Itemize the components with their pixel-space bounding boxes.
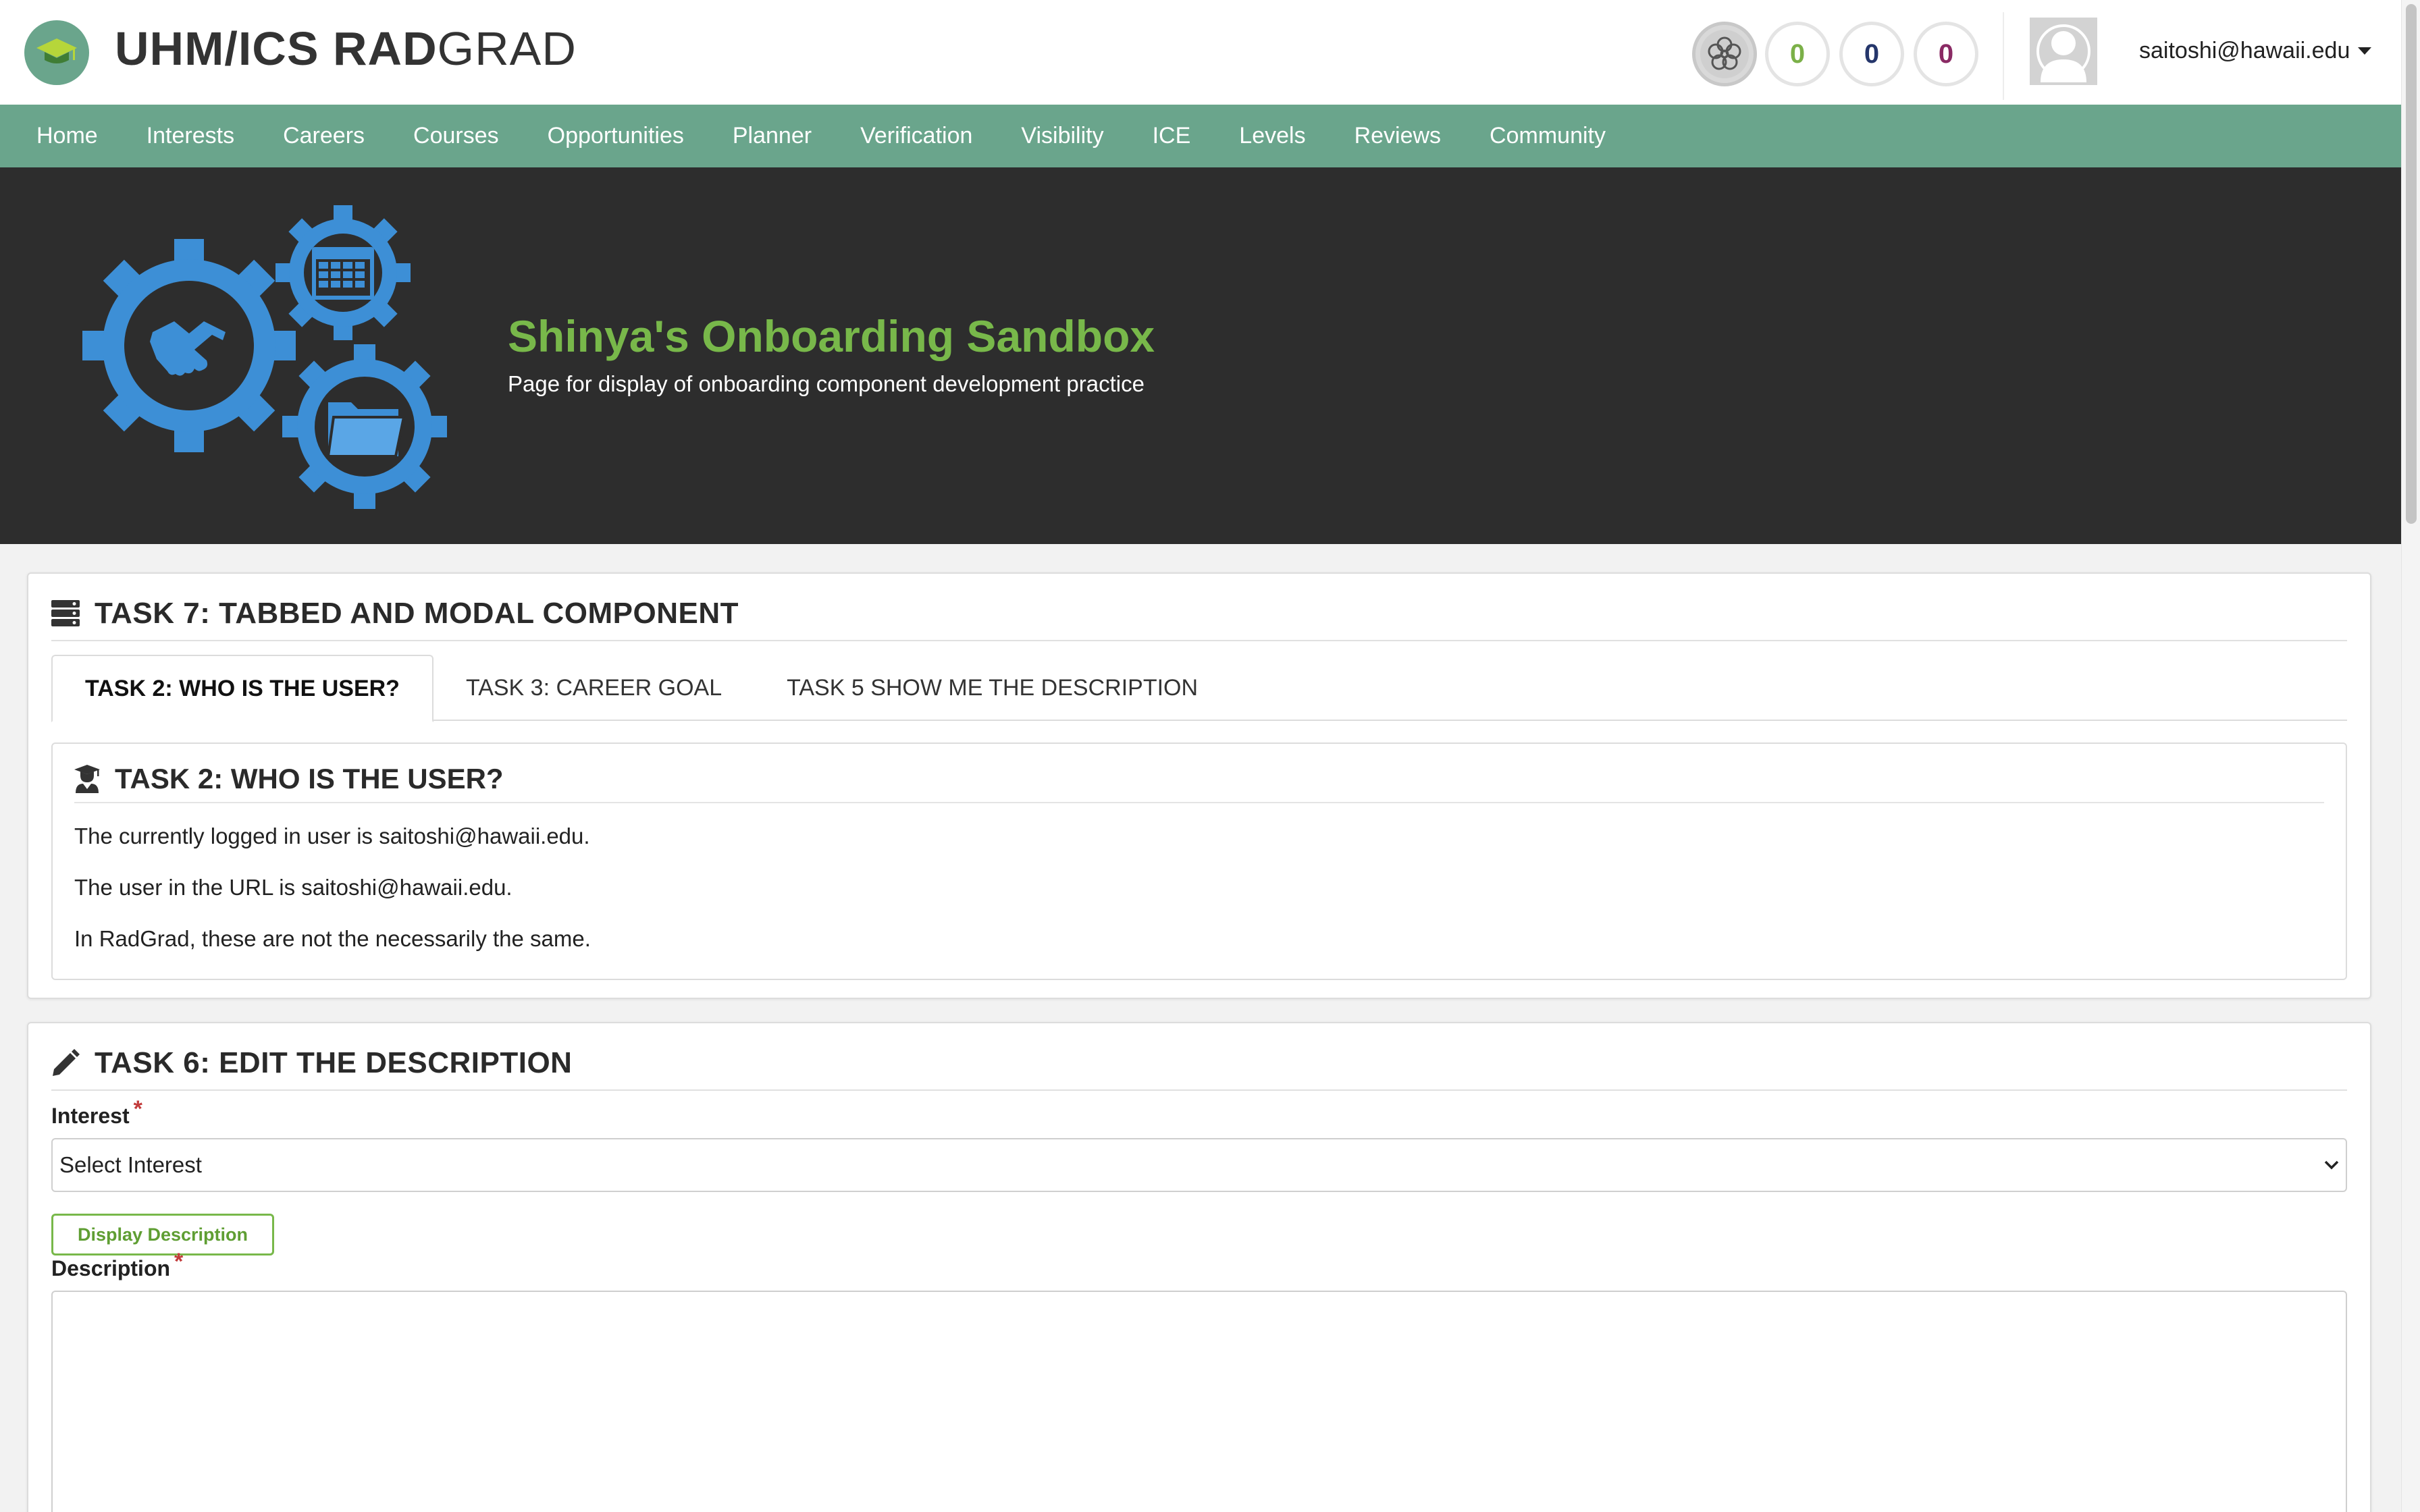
header-divider — [2003, 12, 2004, 100]
nav-item-interests[interactable]: Interests — [122, 105, 259, 167]
task7-card: TASK 7: TABBED AND MODAL COMPONENT TASK … — [27, 572, 2371, 999]
pencil-icon — [53, 1049, 80, 1076]
page-subtitle: Page for display of onboarding component… — [508, 371, 1145, 396]
tab-show-description[interactable]: TASK 5 SHOW ME THE DESCRIPTION — [754, 655, 1230, 721]
server-list-icon — [51, 600, 80, 626]
tab-pane-who-is-user: TASK 2: WHO IS THE USER? The currently l… — [51, 742, 2347, 980]
tab-career-goal[interactable]: TASK 3: CAREER GOAL — [433, 655, 754, 721]
brand-bold: UHM/ICS RAD — [115, 22, 438, 75]
pane-header: TASK 2: WHO IS THE USER? — [74, 756, 2324, 803]
nav-item-community[interactable]: Community — [1465, 105, 1630, 167]
ice-competency-score[interactable]: 0 — [1839, 22, 1904, 86]
task7-tabs: TASK 2: WHO IS THE USER? TASK 3: CAREER … — [51, 655, 2347, 722]
nav-item-ice[interactable]: ICE — [1128, 105, 1215, 167]
gears-illustration — [82, 205, 447, 509]
tab-who-is-user[interactable]: TASK 2: WHO IS THE USER? — [51, 655, 433, 722]
interest-select-value: Select Interest — [59, 1152, 202, 1177]
user-email: saitoshi@hawaii.edu — [2139, 38, 2350, 63]
caret-down-icon — [2358, 47, 2372, 55]
user-dropdown[interactable]: saitoshi@hawaii.edu — [2139, 38, 2372, 64]
radgrad-logo[interactable] — [24, 20, 89, 85]
ice-experience-score[interactable]: 0 — [1914, 22, 1978, 86]
nav-item-visibility[interactable]: Visibility — [997, 105, 1128, 167]
level-badge[interactable] — [1692, 22, 1757, 86]
pane-title: TASK 2: WHO IS THE USER? — [115, 763, 504, 794]
nav-item-reviews[interactable]: Reviews — [1330, 105, 1465, 167]
interest-label: Interest * — [51, 1096, 142, 1129]
main-nav: Home Interests Careers Courses Opportuni… — [0, 105, 2401, 167]
graduation-cap-icon — [36, 38, 77, 63]
url-user-text: The user in the URL is saitoshi@hawaii.e… — [74, 875, 512, 900]
description-textarea[interactable] — [51, 1291, 2347, 1512]
page-banner: Shinya's Onboarding Sandbox Page for dis… — [0, 167, 2401, 544]
logged-in-user-text: The currently logged in user is saitoshi… — [74, 824, 590, 848]
interest-label-text: Interest — [51, 1104, 130, 1128]
user-avatar-icon — [2030, 18, 2097, 85]
task7-header: TASK 7: TABBED AND MODAL COMPONENT — [51, 587, 2347, 641]
display-description-button[interactable]: Display Description — [51, 1214, 274, 1256]
nav-item-courses[interactable]: Courses — [389, 105, 523, 167]
flower-level-icon — [1700, 30, 1749, 78]
nav-item-planner[interactable]: Planner — [708, 105, 836, 167]
nav-item-home[interactable]: Home — [12, 105, 122, 167]
brand-light: GRAD — [437, 22, 577, 75]
nav-item-opportunities[interactable]: Opportunities — [523, 105, 708, 167]
user-graduate-icon — [74, 765, 100, 793]
page-title: Shinya's Onboarding Sandbox — [508, 311, 1155, 361]
brand-title[interactable]: UHM/ICS RADGRAD — [115, 20, 577, 77]
note-text: In RadGrad, these are not the necessaril… — [74, 926, 591, 951]
page-scrollbar[interactable] — [2401, 0, 2420, 1512]
task6-card: TASK 6: EDIT THE DESCRIPTION Interest * S… — [27, 1022, 2371, 1512]
description-label-text: Description — [51, 1256, 171, 1280]
top-header: UHM/ICS RADGRAD 0 0 0 saitoshi@hawaii.ed… — [0, 0, 2401, 105]
task6-title: TASK 6: EDIT THE DESCRIPTION — [95, 1046, 573, 1079]
interest-select[interactable]: Select Interest — [51, 1138, 2347, 1192]
task7-title: TASK 7: TABBED AND MODAL COMPONENT — [95, 597, 739, 630]
description-label: Description * — [51, 1249, 183, 1282]
nav-item-careers[interactable]: Careers — [259, 105, 389, 167]
avatar[interactable] — [2030, 18, 2097, 85]
chevron-down-icon — [2324, 1160, 2339, 1170]
nav-item-levels[interactable]: Levels — [1215, 105, 1330, 167]
ice-innovation-score[interactable]: 0 — [1765, 22, 1830, 86]
task6-header: TASK 6: EDIT THE DESCRIPTION — [51, 1037, 2347, 1091]
scrollbar-thumb[interactable] — [2406, 4, 2417, 524]
nav-item-verification[interactable]: Verification — [836, 105, 997, 167]
interest-required-mark: * — [133, 1096, 142, 1122]
description-required-mark: * — [174, 1249, 184, 1274]
